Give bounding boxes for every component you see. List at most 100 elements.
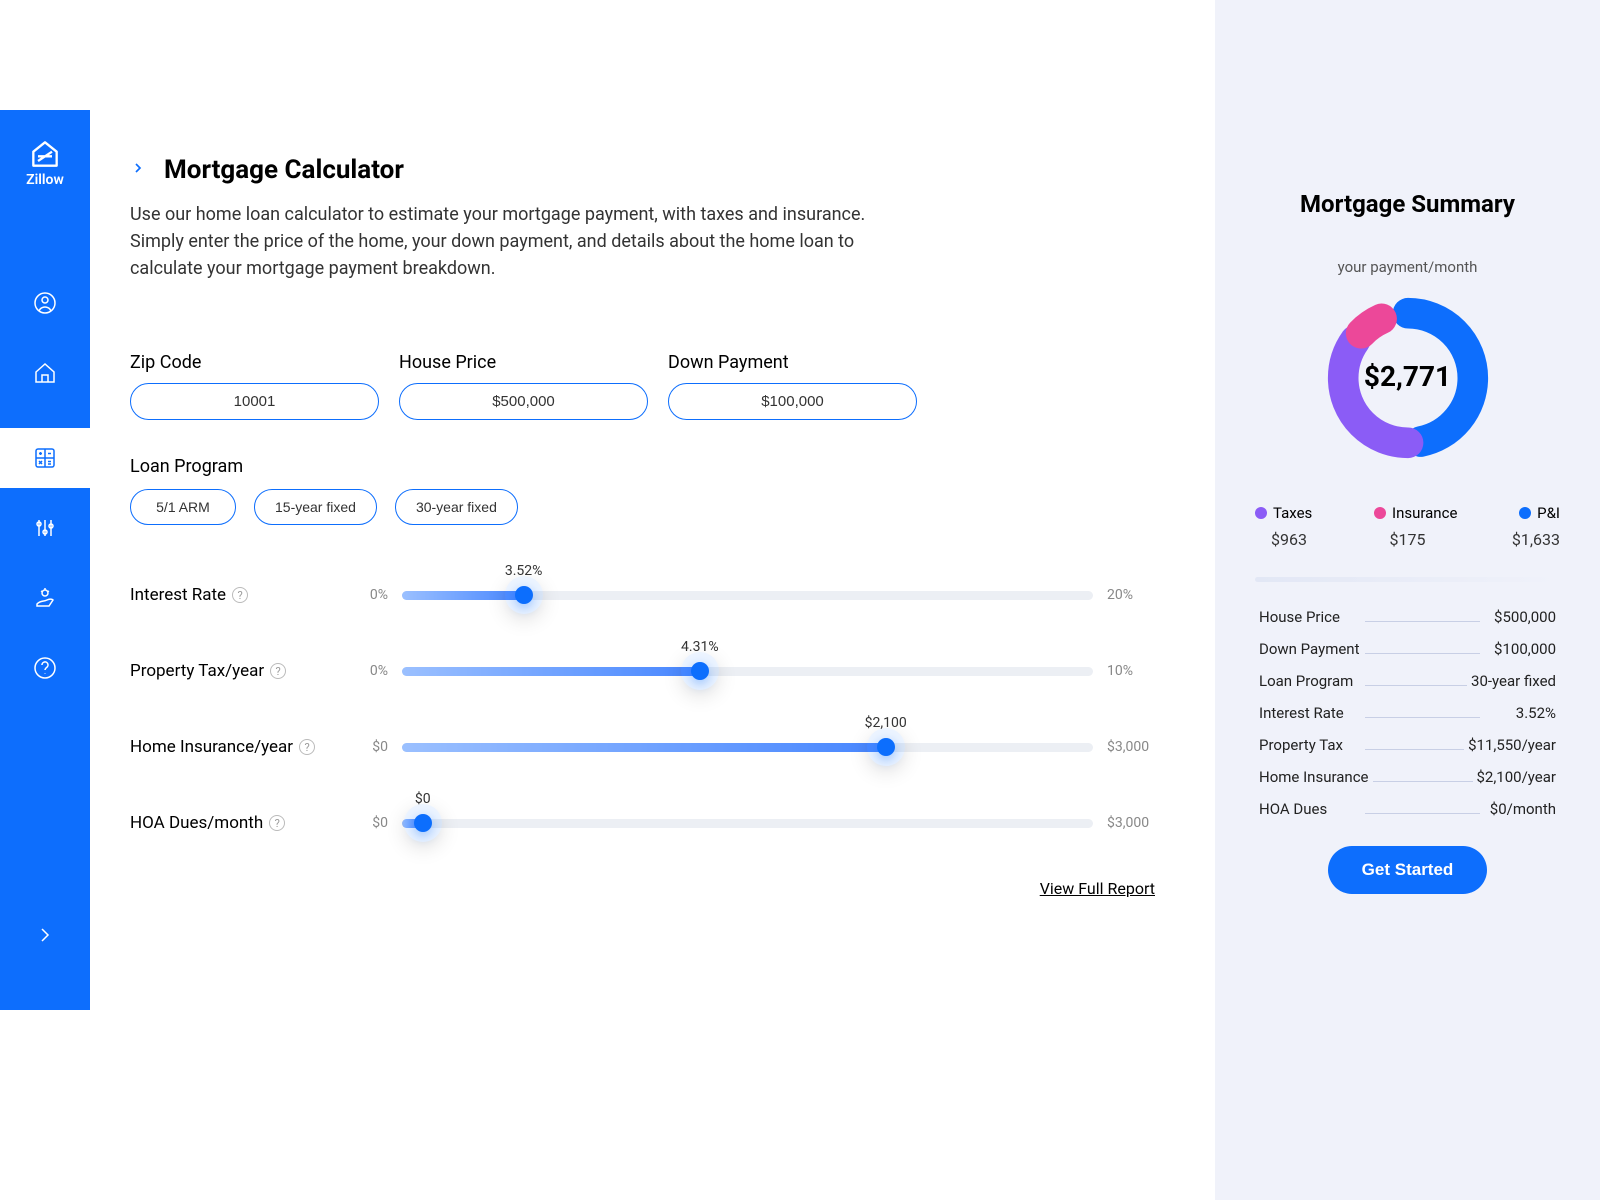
detail-value: $500,000 (1490, 608, 1560, 626)
page-title: Mortgage Calculator (164, 155, 404, 185)
nav-home[interactable] (30, 358, 60, 388)
loan-options: 5/1 ARM 15-year fixed 30-year fixed (130, 489, 1155, 525)
payment-donut-chart: $2,771 (1255, 288, 1560, 468)
interest-rate-label: Interest Rate (130, 585, 226, 605)
legend-values: $963 $175 $1,633 (1255, 530, 1560, 549)
detail-row: Property Tax $11,550/year (1255, 736, 1560, 754)
insurance-max: $3,000 (1107, 739, 1155, 755)
legend-pi-label: P&I (1537, 504, 1560, 522)
loan-program-label: Loan Program (130, 456, 1155, 477)
nav-offers[interactable] (30, 583, 60, 613)
help-icon[interactable]: ? (232, 587, 248, 603)
legend: Taxes Insurance P&I (1255, 504, 1560, 522)
detail-key: House Price (1255, 608, 1344, 626)
down-payment-group: Down Payment (668, 352, 917, 420)
interest-rate-min: 0% (340, 587, 388, 603)
detail-key: Property Tax (1255, 736, 1347, 754)
summary-title: Mortgage Summary (1255, 190, 1560, 218)
property-tax-track[interactable]: 4.31% (402, 667, 1093, 676)
logo[interactable]: Zillow (26, 140, 64, 188)
nav-calculator[interactable] (0, 428, 90, 488)
legend-taxes-value: $963 (1255, 530, 1347, 549)
summary-panel: Mortgage Summary your payment/month $2,7… (1215, 0, 1600, 1200)
hoa-slider: HOA Dues/month ? $0 $0 $3,000 (130, 813, 1155, 833)
insurance-value: $2,100 (865, 715, 907, 731)
detail-row: Home Insurance$2,100/year (1255, 768, 1560, 786)
detail-value: $11,550/year (1464, 736, 1560, 754)
loan-option-15yr[interactable]: 15-year fixed (254, 489, 377, 525)
interest-rate-value: 3.52% (505, 563, 543, 579)
insurance-track[interactable]: $2,100 (402, 743, 1093, 752)
detail-key: HOA Dues (1255, 800, 1331, 818)
detail-row: Down Payment $100,000 (1255, 640, 1560, 658)
help-icon[interactable]: ? (299, 739, 315, 755)
page-description: Use our home loan calculator to estimate… (130, 201, 880, 282)
loan-option-30yr[interactable]: 30-year fixed (395, 489, 518, 525)
calculator-icon (33, 446, 57, 470)
hand-money-icon (33, 586, 57, 610)
logo-text: Zillow (26, 172, 64, 188)
get-started-button[interactable]: Get Started (1328, 846, 1488, 894)
interest-rate-track[interactable]: 3.52% (402, 591, 1093, 600)
legend-taxes-label: Taxes (1273, 504, 1312, 522)
property-tax-min: 0% (340, 663, 388, 679)
detail-value: $100,000 (1490, 640, 1560, 658)
detail-value: $0/month (1486, 800, 1560, 818)
detail-value: $2,100/year (1473, 768, 1561, 786)
detail-key: Down Payment (1255, 640, 1364, 658)
help-icon[interactable]: ? (269, 815, 285, 831)
insurance-label: Home Insurance/year (130, 737, 293, 757)
zip-code-group: Zip Code (130, 352, 379, 420)
divider (1255, 577, 1560, 582)
detail-row: House Price $500,000 (1255, 608, 1560, 626)
dot-insurance-icon (1374, 507, 1386, 519)
main-content: Mortgage Calculator Use our home loan ca… (90, 0, 1215, 1200)
legend-insurance-value: $175 (1354, 530, 1461, 549)
hoa-value: $0 (415, 791, 431, 807)
help-icon[interactable]: ? (270, 663, 286, 679)
detail-key: Interest Rate (1255, 704, 1348, 722)
property-tax-max: 10% (1107, 663, 1155, 679)
detail-row: Interest Rate 3.52% (1255, 704, 1560, 722)
summary-subtitle: your payment/month (1255, 258, 1560, 276)
nav-help[interactable] (30, 653, 60, 683)
nav-profile[interactable] (30, 288, 60, 318)
property-tax-slider: Property Tax/year ? 0% 4.31% 10% (130, 661, 1155, 681)
dot-taxes-icon (1255, 507, 1267, 519)
loan-option-arm[interactable]: 5/1 ARM (130, 489, 236, 525)
detail-value: 3.52% (1512, 704, 1560, 722)
hoa-min: $0 (340, 815, 388, 831)
user-icon (33, 291, 57, 315)
hoa-track[interactable]: $0 (402, 819, 1093, 828)
house-price-input[interactable] (399, 383, 648, 420)
detail-row: HOA Dues $0/month (1255, 800, 1560, 818)
interest-rate-max: 20% (1107, 587, 1155, 603)
zip-code-input[interactable] (130, 383, 379, 420)
chevron-right-icon (33, 923, 57, 947)
zip-code-label: Zip Code (130, 352, 379, 373)
detail-row: Loan Program 30-year fixed (1255, 672, 1560, 690)
sidebar: Zillow (0, 110, 90, 1010)
question-circle-icon (33, 656, 57, 680)
view-full-report-link[interactable]: View Full Report (1040, 879, 1155, 898)
nav-expand[interactable] (30, 920, 60, 950)
legend-pi-value: $1,633 (1469, 530, 1561, 549)
house-price-label: House Price (399, 352, 648, 373)
house-price-group: House Price (399, 352, 648, 420)
breadcrumb-chevron-icon[interactable] (130, 160, 146, 180)
hoa-label: HOA Dues/month (130, 813, 263, 833)
summary-details: House Price $500,000 Down Payment $100,000 L… (1255, 608, 1560, 818)
zillow-logo-icon (31, 140, 59, 168)
sliders-icon (33, 516, 57, 540)
insurance-slider: Home Insurance/year ? $0 $2,100 $3,000 (130, 737, 1155, 757)
property-tax-value: 4.31% (681, 639, 719, 655)
nav-settings[interactable] (30, 513, 60, 543)
down-payment-input[interactable] (668, 383, 917, 420)
detail-key: Loan Program (1255, 672, 1357, 690)
legend-insurance-label: Insurance (1392, 504, 1457, 522)
property-tax-label: Property Tax/year (130, 661, 264, 681)
detail-value: 30-year fixed (1467, 672, 1560, 690)
hoa-max: $3,000 (1107, 815, 1155, 831)
home-icon (33, 361, 57, 385)
insurance-min: $0 (340, 739, 388, 755)
